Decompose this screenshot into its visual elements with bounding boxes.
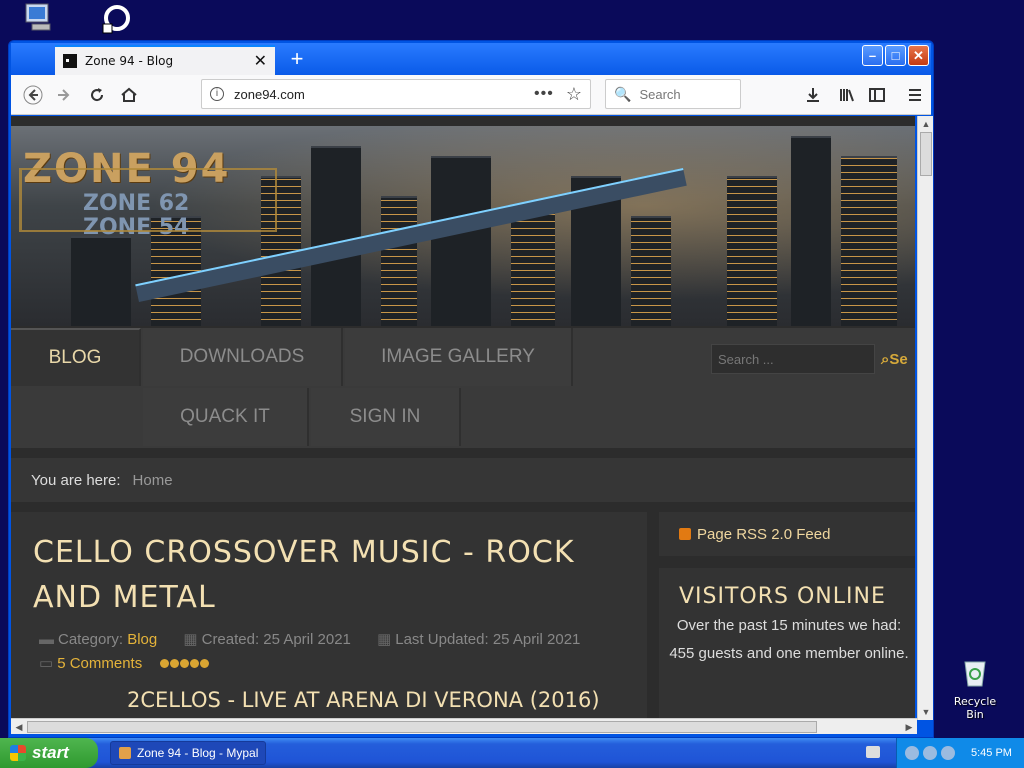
site-logo[interactable]: ZONE 94 ZONE 62 ZONE 54 (19, 146, 277, 240)
breadcrumb-label: You are here: (31, 471, 121, 489)
calendar-updated-icon: ▦ (377, 631, 392, 648)
windows-logo-icon (10, 745, 26, 761)
forward-icon[interactable] (51, 81, 79, 109)
menu-blog[interactable]: BLOG (11, 328, 141, 386)
article: CELLO CROSSOVER MUSIC - ROCK AND METAL ▬… (11, 512, 647, 718)
sidebar-icon[interactable] (863, 81, 891, 109)
visitors-line2: 455 guests and one member online. (669, 645, 909, 662)
article-subtitle: 2CELLOS - LIVE AT ARENA DI VERONA (2016) (127, 688, 600, 712)
new-tab-button[interactable]: + (283, 45, 311, 73)
recycle-bin[interactable]: Recycle Bin (944, 656, 1006, 721)
taskbar-item-browser[interactable]: Zone 94 - Blog - Mypal (110, 741, 266, 765)
scroll-left-arrow[interactable]: ◀ (12, 720, 26, 734)
menu-downloads[interactable]: DOWNLOADS (143, 328, 343, 386)
start-button[interactable]: start (0, 738, 98, 768)
site-banner: ZONE 94 ZONE 62 ZONE 54 (11, 126, 915, 326)
menu-hamburger-icon[interactable] (901, 81, 929, 109)
my-computer-icon[interactable] (20, 2, 60, 36)
vertical-scrollbar[interactable]: ▲ ▼ (917, 116, 933, 720)
browser-window: Zone 94 - Blog ✕ + – □ ✕ i zone94.com ••… (8, 40, 934, 738)
tab-title: Zone 94 - Blog (85, 54, 174, 68)
taskbar: start Zone 94 - Blog - Mypal 5:45 PM (0, 738, 1024, 768)
menu-sign-in[interactable]: SIGN IN (311, 388, 461, 446)
breadcrumb: You are here: Home (11, 458, 915, 502)
search-icon: ⌕ (881, 350, 890, 368)
reload-icon[interactable] (83, 81, 111, 109)
maximize-button[interactable]: □ (885, 45, 906, 66)
library-icon[interactable] (833, 81, 861, 109)
horizontal-scroll-thumb[interactable] (27, 721, 817, 733)
created-date: Created: 25 April 2021 (201, 631, 351, 648)
updated-date: Last Updated: 25 April 2021 (395, 631, 581, 648)
scroll-down-arrow[interactable]: ▼ (919, 705, 933, 719)
page-actions-icon[interactable]: ••• (534, 85, 554, 103)
site-search-button[interactable]: ⌕ Se (877, 344, 915, 374)
clock[interactable]: 5:45 PM (971, 747, 1012, 759)
horizontal-scrollbar[interactable]: ◀ ▶ (11, 718, 917, 734)
calendar-icon: ▦ (183, 631, 198, 648)
rss-feed-link[interactable]: Page RSS 2.0 Feed (659, 512, 915, 556)
breadcrumb-home[interactable]: Home (133, 472, 173, 489)
category-label: Category: (58, 631, 124, 648)
article-title[interactable]: CELLO CROSSOVER MUSIC - ROCK AND METAL (33, 530, 623, 620)
page-viewport: ZONE 94 ZONE 62 ZONE 54 BLOG DOWNLOADS I… (11, 116, 915, 718)
visitors-online-module: VISITORS ONLINE Over the past 15 minutes… (659, 568, 915, 718)
menu-quack-it[interactable]: QUACK IT (143, 388, 309, 446)
system-tray: 5:45 PM (896, 738, 1024, 768)
comment-icon: ▭ (39, 655, 54, 672)
recycle-bin-label: Recycle Bin (953, 695, 997, 721)
tab-bar: Zone 94 - Blog ✕ + – □ ✕ (11, 43, 931, 75)
window-controls: – □ ✕ (862, 45, 929, 66)
search-engine-icon: 🔍 (614, 85, 632, 102)
site-search-button-label: Se (889, 350, 908, 368)
shortcut-icon[interactable] (100, 2, 134, 36)
site-info-icon[interactable]: i (210, 87, 224, 101)
category-link[interactable]: Blog (127, 631, 157, 648)
back-icon[interactable] (19, 81, 47, 109)
scroll-up-arrow[interactable]: ▲ (919, 117, 933, 131)
visitors-line1: Over the past 15 minutes we had: (676, 617, 902, 634)
tray-icon-2[interactable] (923, 746, 937, 760)
tab-zone94[interactable]: Zone 94 - Blog ✕ (55, 45, 275, 75)
minimize-button[interactable]: – (862, 45, 883, 66)
tray-icon-1[interactable] (905, 746, 919, 760)
visitors-title: VISITORS ONLINE (679, 584, 886, 609)
site-favicon-icon (63, 54, 77, 68)
tab-close-icon[interactable]: ✕ (254, 51, 267, 71)
recycle-bin-icon (964, 661, 986, 687)
close-window-button[interactable]: ✕ (908, 45, 929, 66)
address-bar[interactable]: i zone94.com ••• ☆ (201, 79, 591, 109)
url-text[interactable]: zone94.com (234, 87, 534, 102)
comments-link[interactable]: 5 Comments (57, 655, 142, 672)
site-menu: BLOG DOWNLOADS IMAGE GALLERY QUACK IT SI… (11, 328, 915, 448)
keyboard-icon[interactable] (866, 746, 880, 758)
rss-icon (679, 528, 691, 540)
tray-icon-3[interactable] (941, 746, 955, 760)
browser-search-placeholder: Search (639, 86, 681, 102)
vertical-scroll-thumb[interactable] (920, 132, 932, 176)
rss-label: Page RSS 2.0 Feed (697, 525, 831, 543)
article-meta: ▬ Category: Blog ▦ Created: 25 April 2021 … (39, 628, 580, 676)
start-label: start (32, 743, 69, 762)
browser-app-icon (119, 747, 131, 759)
scroll-right-arrow[interactable]: ▶ (902, 720, 916, 734)
site-search-input[interactable]: Search ... (711, 344, 875, 374)
rating-stars[interactable] (160, 652, 210, 676)
home-icon[interactable] (115, 81, 143, 109)
download-icon[interactable] (799, 81, 827, 109)
menu-image-gallery[interactable]: IMAGE GALLERY (345, 328, 573, 386)
navigation-toolbar: i zone94.com ••• ☆ 🔍 Search (11, 75, 931, 115)
taskbar-item-label: Zone 94 - Blog - Mypal (137, 746, 259, 760)
folder-icon: ▬ (39, 631, 54, 648)
browser-search-box[interactable]: 🔍 Search (605, 79, 741, 109)
bookmark-star-icon[interactable]: ☆ (566, 84, 582, 105)
